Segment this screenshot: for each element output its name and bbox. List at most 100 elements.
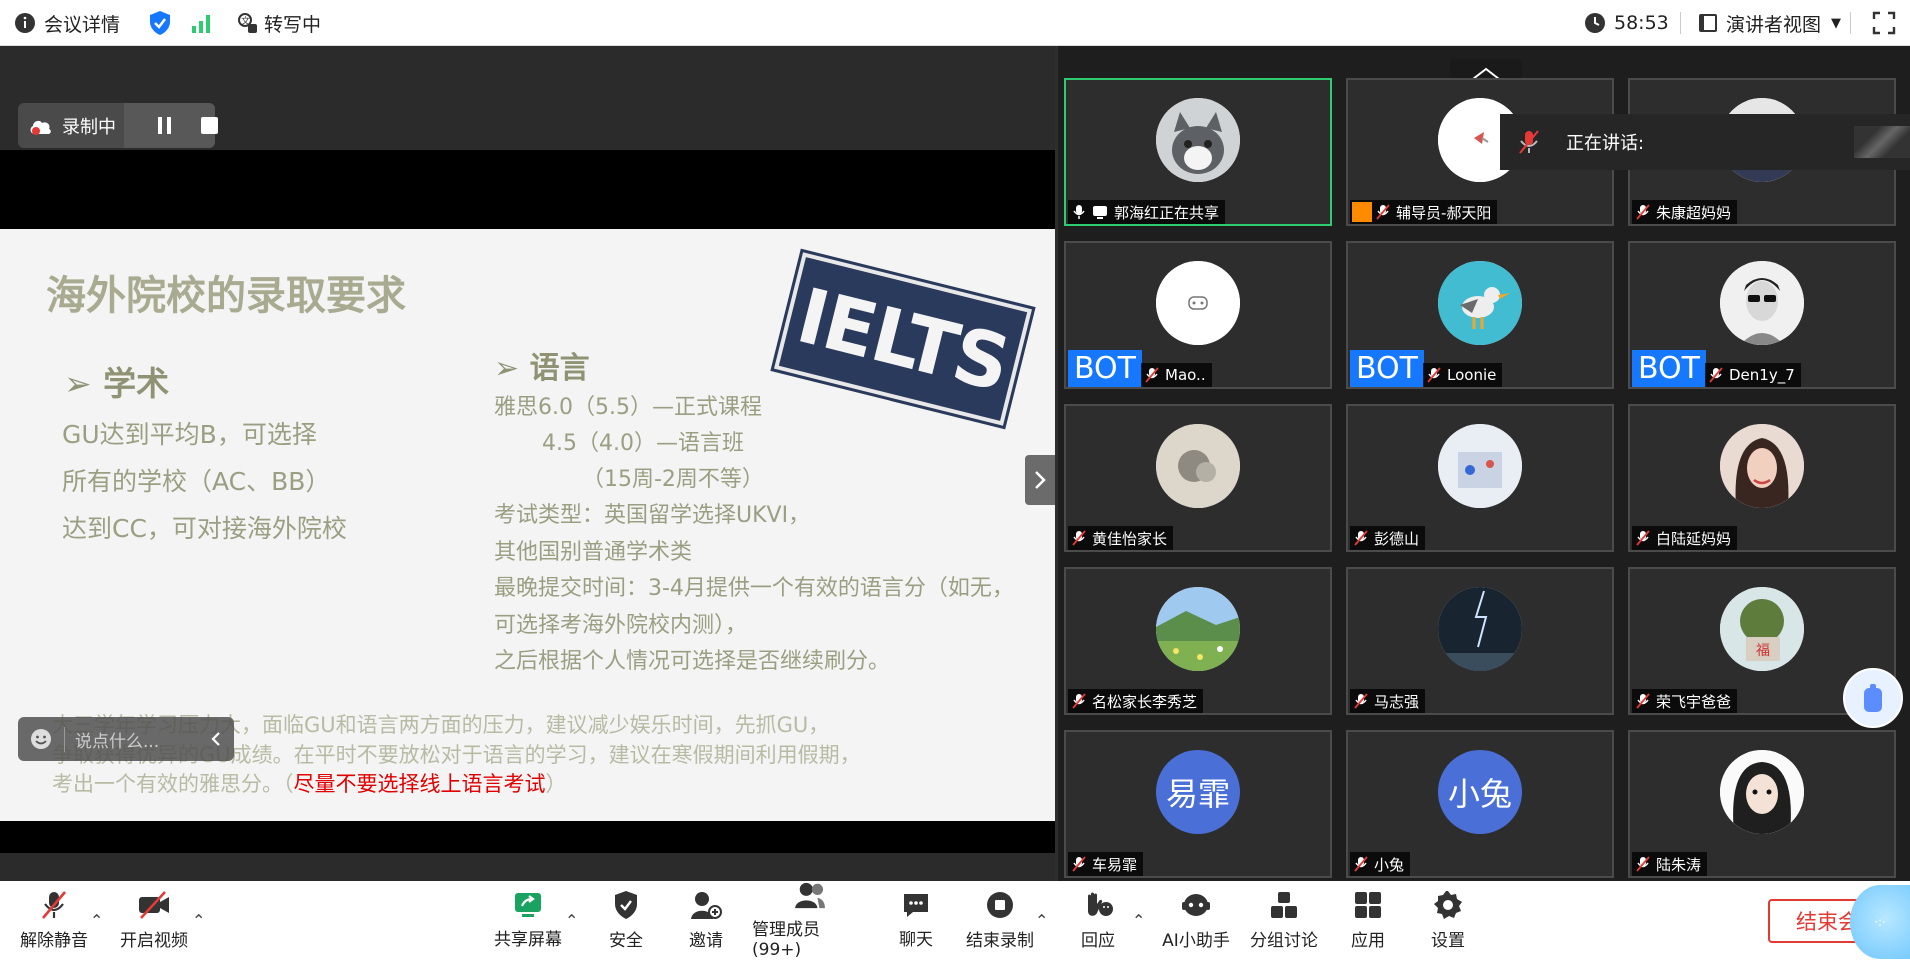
bot-badge: BOT (1632, 350, 1706, 387)
chevron-up-icon[interactable]: ⌃ (565, 911, 578, 930)
participant-name-tag: 郭海红正在共享 (1068, 200, 1226, 224)
participant-tile[interactable]: 陆朱涛 (1628, 730, 1896, 878)
ai-assistant-button[interactable]: AI小助手 (1158, 881, 1234, 960)
letterbox-bottom (0, 821, 1055, 853)
bot-badge: BOT (1350, 350, 1424, 387)
participant-tile[interactable]: 小兔 小兔 (1346, 730, 1614, 878)
chevron-up-icon[interactable]: ⌃ (192, 911, 205, 930)
apps-button[interactable]: 应用 (1332, 881, 1404, 960)
stop-icon[interactable] (200, 116, 219, 135)
meeting-info-button[interactable]: 会议详情 (14, 0, 120, 46)
layout-icon (1699, 14, 1717, 32)
mic-icon (1073, 205, 1085, 219)
participant-tile[interactable]: BOT Loonie (1346, 241, 1614, 389)
transcribe-status[interactable]: 文 转写中 (236, 0, 321, 46)
muted-mic-icon (1145, 367, 1159, 383)
avatar: 易霏 (1156, 750, 1240, 834)
fullscreen-icon[interactable] (1872, 11, 1896, 35)
participant-tile[interactable]: 易霏车易霏 (1064, 730, 1332, 878)
avatar (1438, 587, 1522, 671)
chevron-up-icon[interactable]: ⌃ (90, 911, 103, 930)
view-mode-dropdown[interactable]: 演讲者视图 ▼ (1698, 0, 1841, 46)
signal-icon[interactable] (190, 12, 212, 34)
settings-button[interactable]: 设置 (1412, 881, 1484, 960)
manage-members-button[interactable]: 管理成员(99+) (752, 881, 868, 960)
chevron-left-icon[interactable] (210, 731, 222, 747)
muted-mic-icon (1354, 693, 1368, 709)
language-line: 4.5（4.0）—语言班 (542, 431, 744, 456)
meeting-info-label: 会议详情 (44, 13, 121, 36)
unmute-button[interactable]: 解除静音 (18, 881, 90, 960)
share-screen-button[interactable]: 共享屏幕 (492, 881, 564, 960)
floating-assistant-button[interactable] (1843, 668, 1903, 728)
video-off-icon (139, 891, 169, 919)
arrow-icon: ➢ (64, 364, 92, 403)
avatar: 小兔 (1438, 750, 1522, 834)
chat-input-bar[interactable]: 说点什么... (18, 717, 234, 761)
muted-mic-icon (42, 891, 66, 919)
language-line: 可选择考海外院校内测）， (494, 613, 748, 638)
participant-tile[interactable]: BOT Mao.. (1064, 241, 1332, 389)
participant-name-tag: 小兔 (1350, 852, 1411, 876)
invite-label: 邀请 (689, 931, 723, 951)
unmute-label: 解除静音 (20, 931, 88, 951)
participant-tile[interactable]: 彭德山 (1346, 404, 1614, 552)
participant-tile[interactable]: 名松家长李秀芝 (1064, 567, 1332, 715)
participant-tile[interactable]: BOT Den1y_7 (1628, 241, 1896, 389)
recording-indicator: 录制中 (18, 103, 218, 148)
slide-footer-line-3: 考出一个有效的雅思分。（尽量不要选择线上语言考试） (52, 768, 567, 798)
participant-tile[interactable]: 马志强 (1346, 567, 1614, 715)
muted-mic-icon (1427, 367, 1441, 383)
bot-badge: BOT (1068, 350, 1142, 387)
chevron-up-icon[interactable]: ⌃ (1035, 911, 1048, 930)
avatar (1156, 424, 1240, 508)
shared-screen-area: 录制中 海外院校的录取要求 ➢ 学术 GU达到平均B，可选择 所有的学校（AC、… (0, 46, 1055, 881)
start-video-label: 开启视频 (120, 931, 188, 951)
muted-mic-icon (1636, 204, 1650, 220)
participant-name: 小兔 (1374, 855, 1405, 874)
apps-grid-icon (1355, 892, 1381, 918)
breakout-button[interactable]: 分组讨论 (1246, 881, 1322, 960)
participant-name: 车易霏 (1092, 855, 1138, 874)
language-line: 之后根据个人情况可选择是否继续刷分。 (494, 649, 891, 674)
muted-mic-icon (1636, 693, 1650, 709)
pause-icon[interactable] (156, 116, 174, 135)
letterbox-top (0, 150, 1055, 229)
academic-heading: ➢ 学术 (64, 357, 169, 405)
emoji-icon[interactable] (30, 728, 52, 750)
academic-line: GU达到平均B，可选择 (62, 420, 317, 449)
start-video-button[interactable]: 开启视频 (118, 881, 190, 960)
chat-button[interactable]: 聊天 (880, 881, 952, 960)
end-recording-button[interactable]: 结束录制 (960, 881, 1040, 960)
divider (1850, 12, 1851, 34)
chevron-up-icon[interactable]: ⌃ (1132, 911, 1145, 930)
muted-mic-icon (1072, 530, 1086, 546)
participant-grid: 郭海红正在共享 辅导员-郝天阳 朱康超妈妈 BOT Mao.. BOT Loonie BOT D… (1058, 46, 1910, 881)
settings-label: 设置 (1431, 931, 1465, 951)
chat-input-placeholder[interactable]: 说点什么... (64, 726, 159, 752)
avatar (1156, 261, 1240, 345)
language-line: 雅思6.0（5.5）—正式课程 (494, 395, 762, 420)
avatar (1438, 424, 1522, 508)
security-button[interactable]: 安全 (590, 881, 662, 960)
react-button[interactable]: 回应 (1062, 881, 1134, 960)
members-icon (795, 882, 825, 909)
ielts-stamp-text: IELTS (789, 270, 1017, 408)
next-page-button[interactable] (1025, 455, 1055, 505)
participant-name-tag: 白陆延妈妈 (1632, 526, 1738, 550)
shield-icon[interactable] (148, 10, 172, 36)
speaker-avatar-decoration (1854, 126, 1910, 158)
react-label: 回应 (1081, 931, 1115, 951)
participant-tile[interactable]: 白陆延妈妈 (1628, 404, 1896, 552)
language-heading-text: 语言 (529, 351, 590, 386)
recording-label: 录制中 (62, 116, 116, 138)
muted-mic-icon (1636, 856, 1650, 872)
gear-icon (1434, 891, 1462, 919)
add-user-icon (691, 892, 722, 919)
muted-mic-icon (1072, 856, 1086, 872)
screen-share-icon (1093, 206, 1107, 219)
participant-tile[interactable]: 黄佳怡家长 (1064, 404, 1332, 552)
floating-widget[interactable]: ·:· (1850, 885, 1910, 959)
invite-button[interactable]: 邀请 (670, 881, 742, 960)
participant-tile[interactable]: 郭海红正在共享 (1064, 78, 1332, 226)
